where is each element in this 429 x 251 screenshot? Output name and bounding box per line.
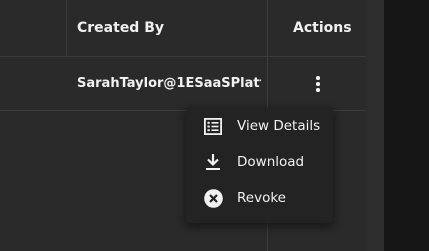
revoke-circle-x-icon bbox=[203, 188, 223, 208]
app-stage: Created By Actions SarahTaylor@1ESaaSPla… bbox=[0, 0, 429, 251]
background-area bbox=[384, 0, 429, 251]
table-header: Created By Actions bbox=[0, 0, 366, 57]
menu-item-view-details[interactable]: View Details bbox=[186, 108, 333, 144]
menu-item-label: Revoke bbox=[237, 190, 286, 206]
row-actions-menu: View Details Download Revoke bbox=[186, 107, 333, 223]
table-row: SarahTaylor@1ESaaSPlatf... bbox=[0, 57, 366, 111]
menu-item-download[interactable]: Download bbox=[186, 144, 333, 180]
column-header-created-by[interactable]: Created By bbox=[77, 0, 164, 57]
row-actions-kebab-icon[interactable] bbox=[308, 73, 328, 95]
scrollbar-track[interactable] bbox=[366, 0, 384, 251]
download-icon bbox=[203, 152, 223, 172]
menu-item-revoke[interactable]: Revoke bbox=[186, 180, 333, 216]
menu-item-label: View Details bbox=[237, 118, 321, 134]
table-panel: Created By Actions SarahTaylor@1ESaaSPla… bbox=[0, 0, 366, 251]
column-divider bbox=[66, 0, 67, 57]
column-header-actions: Actions bbox=[293, 20, 352, 36]
list-details-icon bbox=[203, 116, 223, 136]
created-by-cell: SarahTaylor@1ESaaSPlatf... bbox=[77, 76, 261, 91]
menu-item-label: Download bbox=[237, 154, 305, 170]
